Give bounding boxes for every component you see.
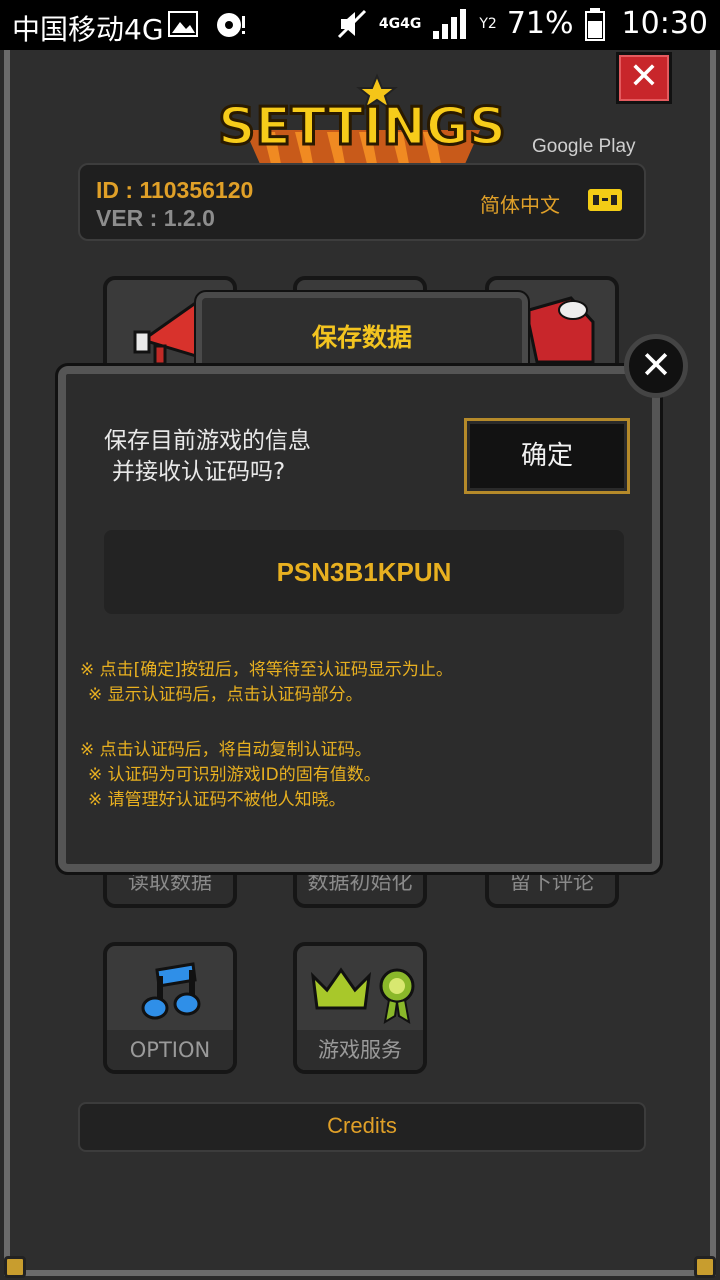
account-info-panel: ID : 110356120 VER : 1.2.0 简体中文 [78,163,646,241]
dialog-title-tab: 保存数据 [194,290,530,376]
save-data-dialog: 保存目前游戏的信息 并接收认证码吗? 确定 PSN3B1KPUN ※ 点击[确定… [55,363,663,875]
crown-icon [310,967,415,1024]
frame-corner [4,1256,26,1278]
note-line: ※ 显示认证码后，点击认证码部分。 [88,685,363,705]
network-type: 4G4G [378,15,422,32]
close-icon: ✕ [628,56,660,97]
version-label: VER : 1.2.0 [96,205,215,231]
option-label: OPTION [107,1030,233,1070]
language-icon[interactable] [588,189,622,211]
signal-icon [433,8,467,39]
note-line: ※ 请管理好认证码不被他人知晓。 [88,790,346,810]
auth-code-box[interactable]: PSN3B1KPUN [104,530,624,614]
google-play-label: Google Play [532,136,636,157]
carrier-label: 中国移动4G [12,13,164,46]
clock: 10:30 [621,6,708,41]
language-selector[interactable]: 简体中文 [480,189,560,218]
game-service-tile[interactable]: 游戏服务 [293,942,427,1074]
note-line: ※ 认证码为可识别游戏ID的固有值数。 [88,765,381,785]
load-data-button[interactable]: 读取数据 [103,866,237,908]
dialog-close-button[interactable]: ✕ [624,334,688,398]
option-tile[interactable]: OPTION [103,942,237,1074]
confirm-button[interactable]: 确定 [464,418,630,494]
settings-title: SETTINGS [218,97,506,157]
game-service-label: 游戏服务 [297,1030,423,1070]
settings-logo: SETTINGS [216,73,508,164]
reset-data-button[interactable]: 数据初始化 [293,866,427,908]
close-settings-button[interactable]: ✕ [616,52,672,104]
battery-percent: 71% [506,6,574,41]
media-icon [217,13,245,37]
player-id: ID : 110356120 [96,177,254,203]
battery-icon [584,7,605,41]
status-bar: 中国移动4G 4G4G Y2 71% 10:30 [0,0,720,50]
leave-review-button[interactable]: 留下评论 [485,866,619,908]
mute-icon [337,9,366,38]
image-icon [168,11,198,37]
close-icon: ✕ [640,343,672,387]
dialog-title: 保存数据 [311,323,412,352]
sim-label: Y2 [479,15,497,32]
credits-button[interactable]: Credits [78,1102,646,1152]
dialog-notes: ※ 点击[确定]按钮后，将等待至认证码显示为止。 ※ 显示认证码后，点击认证码部… [80,658,453,813]
dialog-message: 保存目前游戏的信息 并接收认证码吗? [104,426,311,488]
dialog-message-line2: 并接收认证码吗? [112,459,286,485]
music-note-icon [141,962,201,1020]
note-line: ※ 点击认证码后，将自动复制认证码。 [80,740,372,760]
dialog-message-line1: 保存目前游戏的信息 [104,428,311,454]
frame-corner [694,1256,716,1278]
note-line: ※ 点击[确定]按钮后，将等待至认证码显示为止。 [80,660,453,680]
